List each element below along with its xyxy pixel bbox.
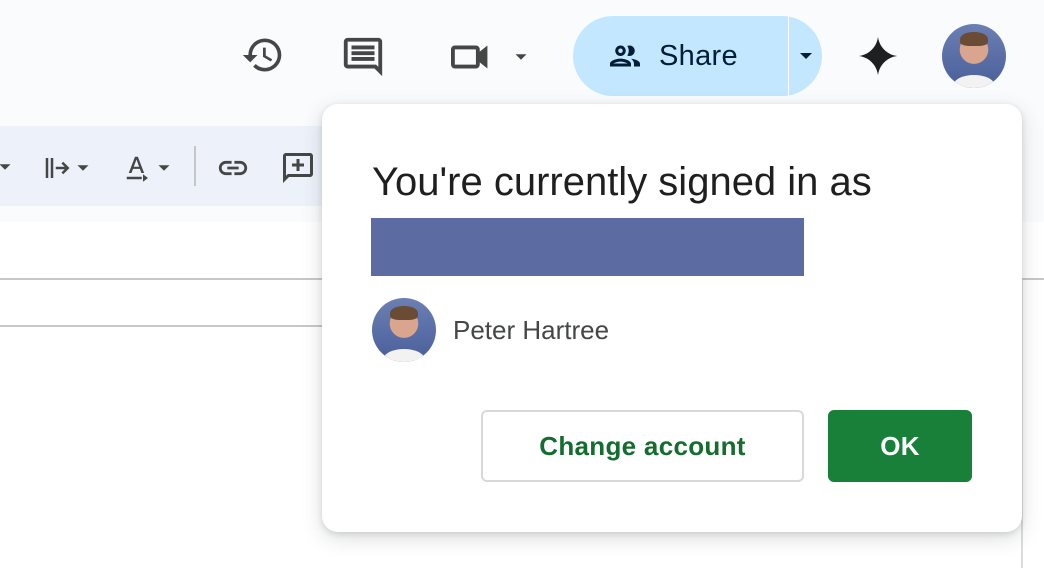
version-history-button[interactable] (238, 30, 288, 80)
avatar-shirt (953, 75, 995, 88)
ruler-bottom-line (0, 325, 330, 327)
account-name: Peter Hartree (453, 314, 610, 345)
change-account-button[interactable]: Change account (481, 410, 804, 482)
signed-in-dialog: You're currently signed in as Peter Hart… (322, 104, 1022, 532)
add-comment-icon (283, 153, 313, 183)
account-row: Peter Hartree (372, 298, 609, 362)
chevron-down-icon (0, 164, 11, 170)
avatar-hair (389, 305, 419, 320)
video-call-icon (451, 45, 488, 69)
account-avatar[interactable] (942, 24, 1006, 88)
insert-link-button[interactable] (212, 148, 254, 188)
comments-icon (343, 37, 383, 77)
chevron-down-icon (799, 53, 812, 59)
chevron-down-icon (77, 165, 89, 171)
toolbar-dropdown-button[interactable] (0, 156, 16, 178)
indent-icon (45, 158, 70, 178)
chevron-down-icon (515, 54, 527, 60)
meet-button[interactable] (445, 32, 535, 82)
toolbar-separator (194, 146, 196, 186)
gemini-icon (858, 36, 898, 76)
people-icon (610, 45, 640, 67)
ok-button[interactable]: OK (828, 410, 972, 482)
dialog-title: You're currently signed in as (372, 160, 872, 204)
dialog-avatar (372, 298, 436, 362)
text-color-button[interactable] (116, 148, 182, 188)
share-button[interactable]: Share (573, 16, 755, 96)
share-label: Share (659, 39, 738, 72)
share-button-group: Share (573, 16, 822, 96)
history-icon (242, 38, 282, 72)
comments-button[interactable] (338, 32, 388, 82)
text-color-icon (126, 156, 148, 182)
link-icon (218, 160, 248, 176)
redacted-email (371, 218, 804, 276)
chevron-down-icon (158, 165, 170, 171)
avatar-shirt (383, 349, 425, 362)
add-comment-button[interactable] (276, 146, 320, 190)
gemini-button[interactable] (852, 30, 904, 82)
avatar-hair (959, 31, 989, 46)
indent-options-button[interactable] (36, 148, 100, 188)
